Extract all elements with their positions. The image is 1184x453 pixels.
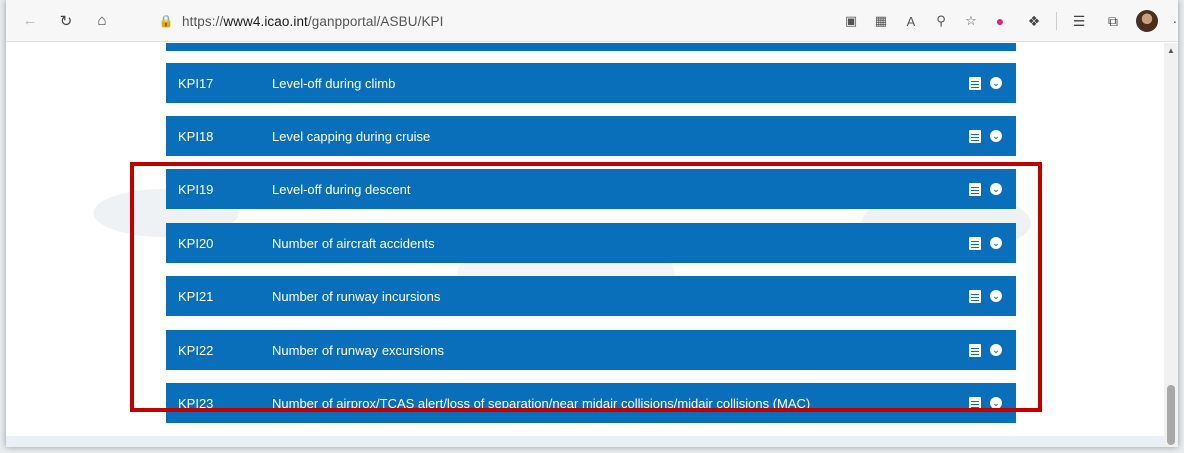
url-path: /ganpportal/ASBU/KPI — [307, 13, 444, 29]
footer-band — [6, 436, 1164, 447]
qr-code-icon[interactable]: ▦ — [870, 10, 892, 32]
document-icon[interactable] — [969, 343, 981, 357]
toolbar-separator — [1056, 12, 1057, 30]
extension-icon[interactable]: ● — [988, 9, 1012, 33]
chevron-down-icon[interactable]: ⌄ — [990, 130, 1002, 142]
document-icon[interactable] — [969, 289, 981, 303]
zoom-icon[interactable]: ⚲ — [930, 10, 952, 32]
favorites-bar-icon[interactable]: ☰ — [1067, 9, 1091, 33]
url-prefix: https:// — [182, 13, 224, 29]
kpi-row[interactable]: KPI17 Level-off during climb ⌄ — [166, 63, 1016, 103]
kpi-code: KPI19 — [178, 181, 214, 197]
home-icon[interactable]: ⌂ — [88, 7, 116, 35]
document-icon[interactable] — [969, 76, 981, 90]
kpi-title: Number of airprox/TCAS alert/loss of sep… — [272, 395, 811, 411]
address-bar-icons: ▣ ▦ A ⚲ ☆ — [840, 7, 982, 35]
vertical-scrollbar[interactable]: ▲ — [1164, 43, 1178, 447]
kpi-row[interactable]: KPI20 Number of aircraft accidents ⌄ — [166, 223, 1016, 263]
extensions-puzzle-icon[interactable]: ❖ — [1022, 9, 1046, 33]
kpi-title: Level capping during cruise — [272, 128, 431, 144]
kpi-row[interactable]: KPI18 Level capping during cruise ⌄ — [166, 116, 1016, 156]
kpi-row[interactable]: KPI23 Number of airprox/TCAS alert/loss … — [166, 383, 1016, 423]
document-icon[interactable] — [969, 236, 981, 250]
url-text[interactable]: https://www4.icao.int/ganpportal/ASBU/KP… — [182, 14, 444, 29]
collections-icon[interactable]: ⧉ — [1101, 9, 1125, 33]
scroll-up-arrow-icon[interactable]: ▲ — [1167, 46, 1175, 55]
kpi-row-partial[interactable] — [166, 43, 1016, 51]
kpi-row[interactable]: KPI21 Number of runway incursions ⌄ — [166, 276, 1016, 316]
document-icon[interactable] — [969, 396, 981, 410]
kpi-title: Level-off during descent — [272, 181, 411, 197]
profile-avatar[interactable] — [1135, 9, 1159, 33]
kpi-code: KPI18 — [178, 128, 214, 144]
kpi-title: Number of runway excursions — [272, 342, 444, 358]
scrollbar-thumb[interactable] — [1167, 385, 1175, 445]
kpi-row[interactable]: KPI22 Number of runway excursions ⌄ — [166, 330, 1016, 370]
chevron-down-icon[interactable]: ⌄ — [990, 183, 1002, 195]
kpi-title: Number of aircraft accidents — [272, 235, 435, 251]
kpi-code: KPI21 — [178, 288, 214, 304]
chevron-down-icon[interactable]: ⌄ — [990, 344, 1002, 356]
chevron-down-icon[interactable]: ⌄ — [990, 290, 1002, 302]
chevron-down-icon[interactable]: ⌄ — [990, 77, 1002, 89]
url-host: www4.icao.int — [223, 13, 308, 29]
lock-icon[interactable]: 🔒 — [156, 14, 176, 28]
refresh-icon[interactable]: ↻ — [52, 7, 80, 35]
kpi-row[interactable]: KPI19 Level-off during descent ⌄ — [166, 169, 1016, 209]
document-icon[interactable] — [969, 182, 981, 196]
avatar — [1136, 10, 1158, 32]
kpi-code: KPI22 — [178, 342, 214, 358]
toolbar-right-icons: ● ❖ ☰ ⧉ ··· — [988, 7, 1178, 35]
browser-window: ← ↻ ⌂ 🔒 https://www4.icao.int/ganpportal… — [6, 0, 1178, 447]
page-content: KPI17 Level-off during climb ⌄ KPI18 Lev… — [6, 43, 1164, 447]
browser-toolbar: ← ↻ ⌂ 🔒 https://www4.icao.int/ganpportal… — [6, 0, 1178, 42]
chevron-down-icon[interactable]: ⌄ — [990, 237, 1002, 249]
app-available-icon[interactable]: ▣ — [840, 10, 862, 32]
back-arrow-icon[interactable]: ← — [16, 7, 44, 35]
kpi-code: KPI17 — [178, 75, 214, 91]
document-icon[interactable] — [969, 129, 981, 143]
kpi-title: Number of runway incursions — [272, 288, 441, 304]
kpi-title: Level-off during climb — [272, 75, 396, 91]
read-aloud-icon[interactable]: A — [900, 10, 922, 32]
kpi-code: KPI20 — [178, 235, 214, 251]
favorite-icon[interactable]: ☆ — [960, 10, 982, 32]
address-bar[interactable]: 🔒 https://www4.icao.int/ganpportal/ASBU/… — [156, 7, 982, 35]
chevron-down-icon[interactable]: ⌄ — [990, 397, 1002, 409]
more-options-icon[interactable]: ··· — [1169, 9, 1179, 33]
kpi-code: KPI23 — [178, 395, 214, 411]
